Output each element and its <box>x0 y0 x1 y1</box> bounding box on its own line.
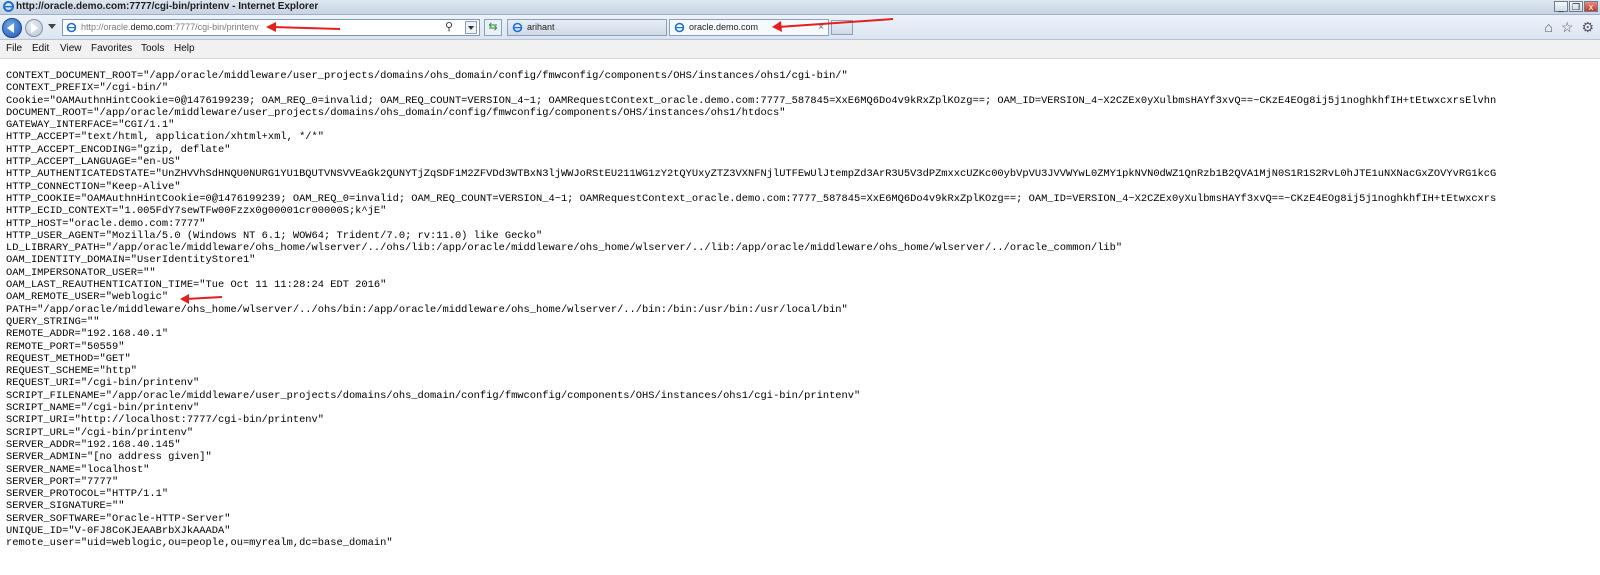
env-line: SERVER_ADDR="192.168.40.145" <box>6 438 181 451</box>
tab-arihant[interactable]: arihant <box>507 19 667 36</box>
menu-help[interactable]: Help <box>174 40 195 58</box>
new-tab-button[interactable] <box>831 20 853 35</box>
forward-arrow-icon <box>31 23 38 33</box>
close-window-button[interactable]: x <box>1584 1 1598 12</box>
tab-oracle-demo[interactable]: oracle.demo.com × <box>669 19 829 36</box>
env-line: QUERY_STRING="" <box>6 315 100 328</box>
url-prefix: http://oracle. <box>81 22 131 32</box>
env-line: SERVER_PROTOCOL="HTTP/1.1" <box>6 488 169 501</box>
env-line: OAM_LAST_REAUTHENTICATION_TIME="Tue Oct … <box>6 279 387 292</box>
env-line: PATH="/app/oracle/middleware/ohs_home/wl… <box>6 303 848 316</box>
tab-close-icon[interactable]: × <box>818 20 824 35</box>
printenv-output: CONTEXT_DOCUMENT_ROOT="/app/oracle/middl… <box>6 70 1600 550</box>
toolbar-icons: ⌂ ☆ ⚙ <box>1544 19 1594 35</box>
forward-button[interactable] <box>25 19 43 37</box>
menu-favorites[interactable]: Favorites <box>91 40 132 58</box>
gear-icon[interactable]: ⚙ <box>1581 19 1594 35</box>
tab-page-icon <box>674 22 685 33</box>
env-line: HTTP_USER_AGENT="Mozilla/5.0 (Windows NT… <box>6 229 543 242</box>
env-line: SERVER_SIGNATURE="" <box>6 500 125 513</box>
env-line: GATEWAY_INTERFACE="CGI/1.1" <box>6 119 175 132</box>
page-icon <box>66 22 77 33</box>
star-icon[interactable]: ☆ <box>1561 19 1574 35</box>
env-line: UNIQUE_ID="V-0FJ8CoKJEAABrbXJkAAADA" <box>6 524 231 537</box>
tab-label: oracle.demo.com <box>689 22 759 32</box>
menu-edit[interactable]: Edit <box>32 40 49 58</box>
env-line: HTTP_ACCEPT_ENCODING="gzip, deflate" <box>6 143 231 156</box>
tab-label: arihant <box>527 22 555 32</box>
env-line: HTTP_HOST="oracle.demo.com:7777" <box>6 217 206 230</box>
env-line: SERVER_ADMIN="[no address given]" <box>6 451 212 464</box>
restore-button[interactable]: ❐ <box>1569 1 1583 12</box>
env-line: CONTEXT_PREFIX="/cgi-bin/" <box>6 82 169 95</box>
env-line: HTTP_ECID_CONTEXT="1.005FdY7sewTFw00Fzzx… <box>6 205 387 218</box>
env-line: SCRIPT_NAME="/cgi-bin/printenv" <box>6 402 200 415</box>
env-line: SERVER_PORT="7777" <box>6 475 119 488</box>
env-line: REQUEST_SCHEME="http" <box>6 365 137 378</box>
menu-bar: File Edit View Favorites Tools Help <box>0 40 1600 59</box>
env-line: REQUEST_METHOD="GET" <box>6 352 131 365</box>
menu-view[interactable]: View <box>60 40 82 58</box>
env-line: OAM_REMOTE_USER="weblogic" <box>6 291 169 304</box>
env-line: REMOTE_ADDR="192.168.40.1" <box>6 328 169 341</box>
history-dropdown-icon[interactable] <box>48 24 56 29</box>
tab-page-icon <box>512 22 523 33</box>
navigation-bar: http://oracle.demo.com:7777/cgi-bin/prin… <box>0 15 1600 40</box>
window-title: http://oracle.demo.com:7777/cgi-bin/prin… <box>16 1 319 12</box>
env-line: SCRIPT_URI="http://localhost:7777/cgi-bi… <box>6 414 325 427</box>
env-line: OAM_IMPERSONATOR_USER="" <box>6 266 156 279</box>
env-line: SERVER_SOFTWARE="Oracle-HTTP-Server" <box>6 512 231 525</box>
env-line: SCRIPT_URL="/cgi-bin/printenv" <box>6 426 194 439</box>
env-line: HTTP_AUTHENTICATEDSTATE="UnZHVVhSdHNQU0N… <box>6 168 1497 181</box>
url-host: demo.com <box>130 22 173 32</box>
env-line: HTTP_COOKIE="OAMAuthnHintCookie=0@147619… <box>6 192 1497 205</box>
address-url[interactable]: http://oracle.demo.com:7777/cgi-bin/prin… <box>81 20 259 35</box>
env-line: SERVER_NAME="localhost" <box>6 463 150 476</box>
env-line: SCRIPT_FILENAME="/app/oracle/middleware/… <box>6 389 861 402</box>
url-path: :7777/cgi-bin/printenv <box>172 22 259 32</box>
window-controls: _ ❐ x <box>1554 1 1598 12</box>
env-line: HTTP_ACCEPT_LANGUAGE="en-US" <box>6 156 181 169</box>
env-line: REMOTE_PORT="50559" <box>6 340 125 353</box>
env-line: HTTP_CONNECTION="Keep-Alive" <box>6 180 181 193</box>
env-line: remote_user="uid=weblogic,ou=people,ou=m… <box>6 537 393 550</box>
title-bar: http://oracle.demo.com:7777/cgi-bin/prin… <box>0 0 1600 15</box>
env-line: REQUEST_URI="/cgi-bin/printenv" <box>6 377 200 390</box>
back-button[interactable] <box>2 18 22 38</box>
env-line: Cookie="OAMAuthnHintCookie=0@1476199239;… <box>6 94 1497 107</box>
env-line: DOCUMENT_ROOT="/app/oracle/middleware/us… <box>6 106 786 119</box>
home-icon[interactable]: ⌂ <box>1544 19 1552 35</box>
env-line: CONTEXT_DOCUMENT_ROOT="/app/oracle/middl… <box>6 70 848 82</box>
compatibility-refresh-button[interactable]: ⇆ <box>484 19 502 36</box>
env-line: HTTP_ACCEPT="text/html, application/xhtm… <box>6 131 325 144</box>
address-bar[interactable]: http://oracle.demo.com:7777/cgi-bin/prin… <box>62 19 480 36</box>
menu-tools[interactable]: Tools <box>141 40 164 58</box>
back-arrow-icon <box>7 23 14 33</box>
search-icon[interactable]: ⚲ <box>445 22 453 33</box>
menu-file[interactable]: File <box>6 40 22 58</box>
env-line: OAM_IDENTITY_DOMAIN="UserIdentityStore1" <box>6 254 256 267</box>
address-dropdown-button[interactable] <box>465 21 477 34</box>
env-line: LD_LIBRARY_PATH="/app/oracle/middleware/… <box>6 242 1123 255</box>
minimize-button[interactable]: _ <box>1554 1 1568 12</box>
ie-icon <box>3 1 14 12</box>
